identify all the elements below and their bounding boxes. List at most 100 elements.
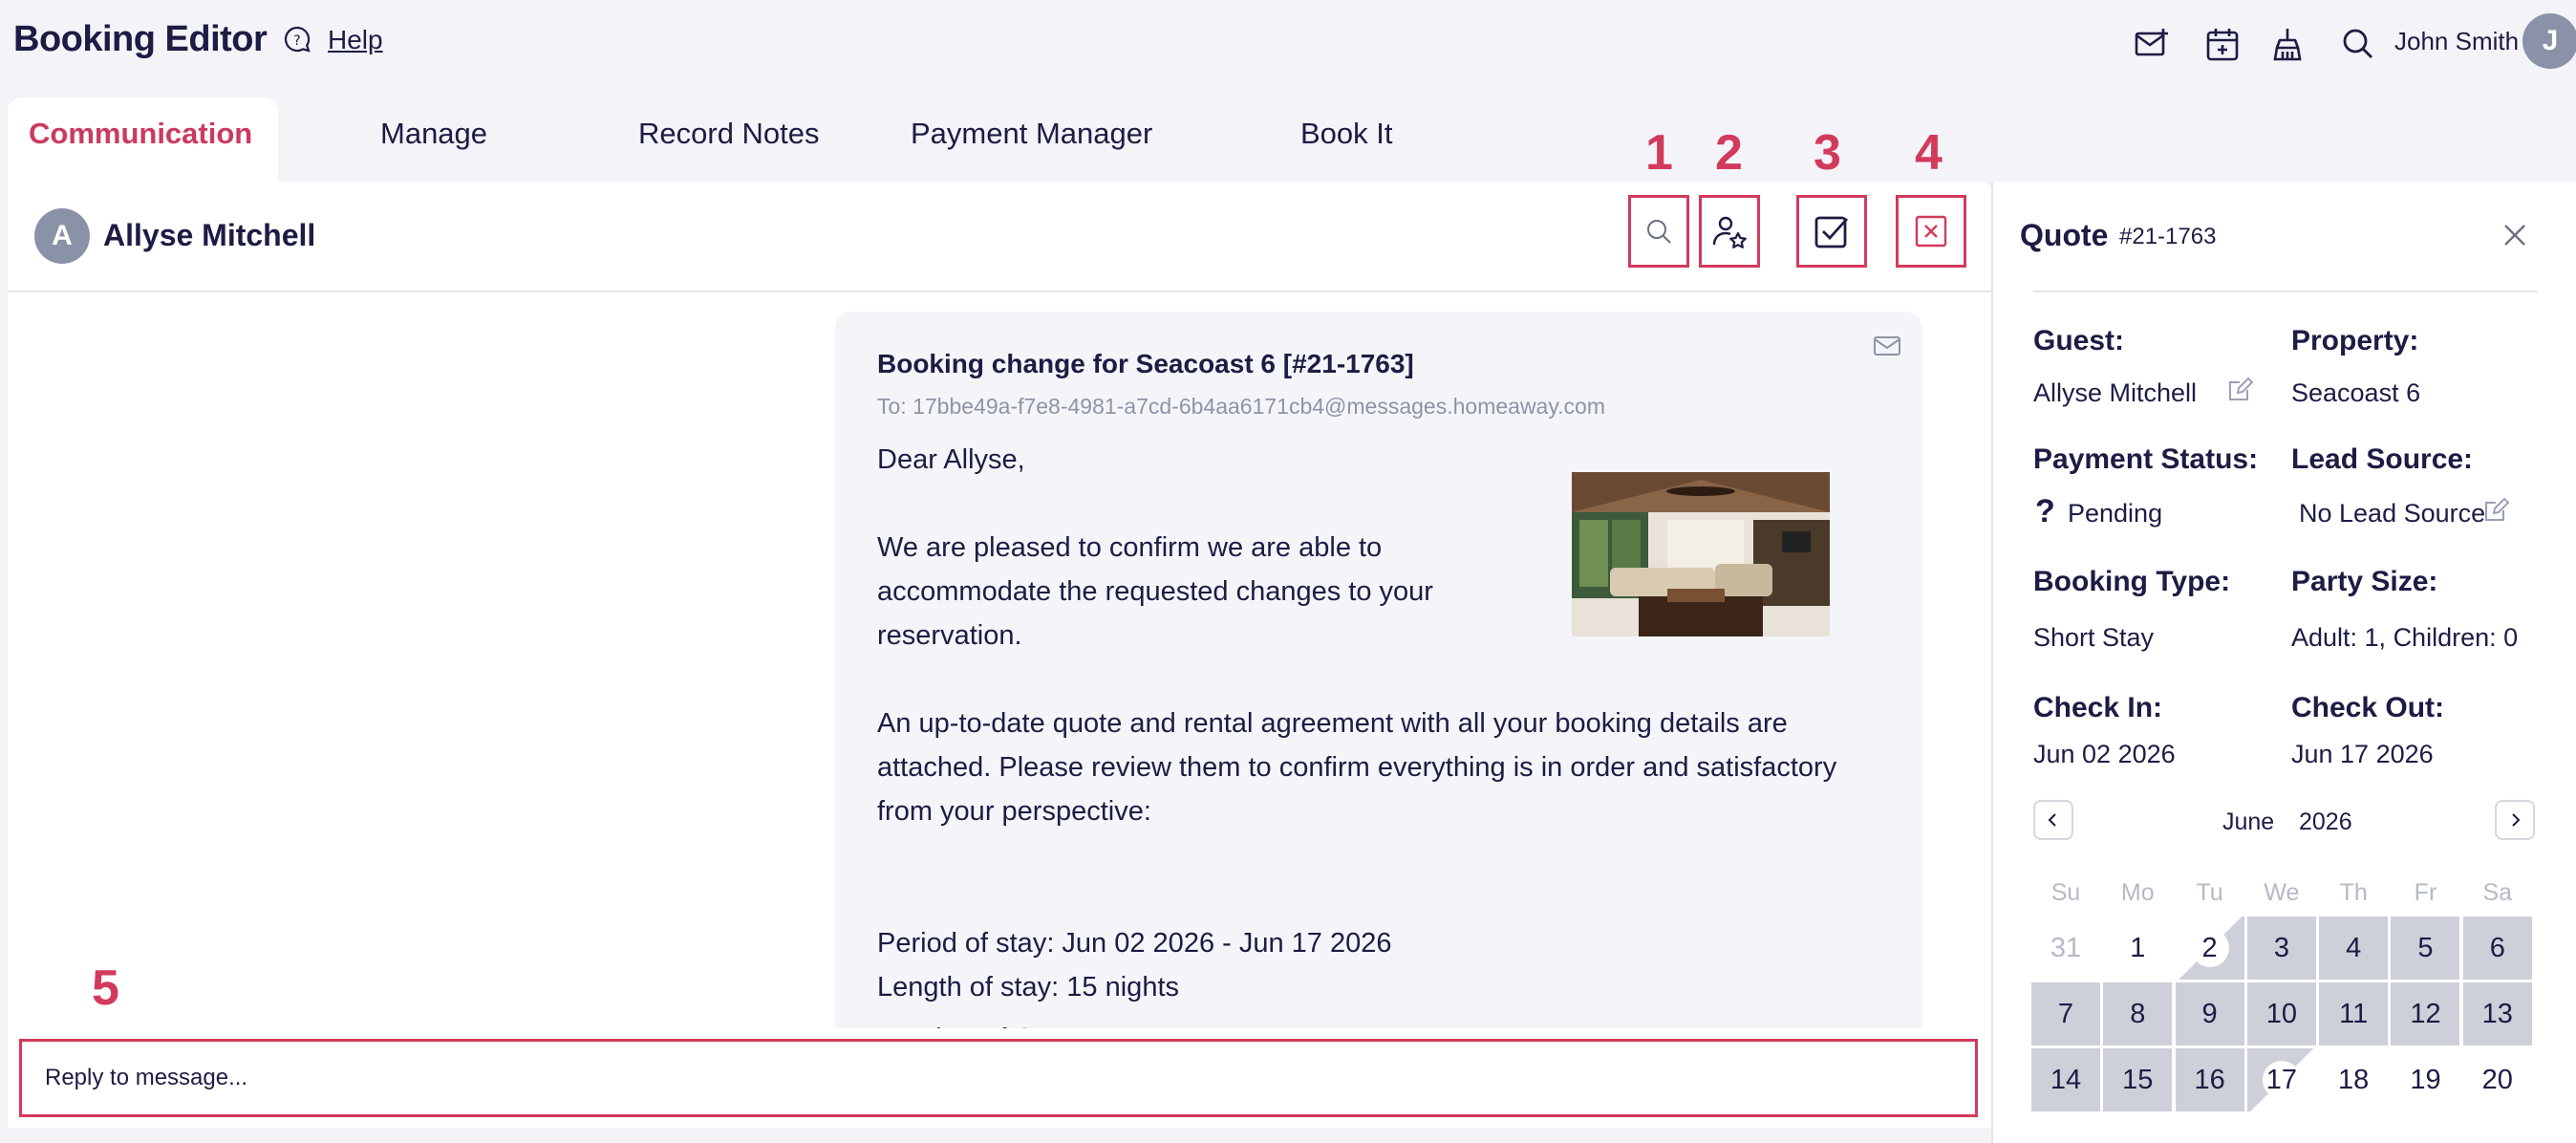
close-box-icon bbox=[1914, 214, 1948, 248]
calendar-weekday: Tu bbox=[2196, 878, 2223, 906]
payment-status-value: Pending bbox=[2068, 499, 2163, 528]
reply-box[interactable] bbox=[19, 1039, 1978, 1117]
calendar-day[interactable]: 19 bbox=[2391, 1048, 2459, 1111]
payment-status-label: Payment Status: bbox=[2033, 443, 2259, 475]
calendar-day[interactable]: 7 bbox=[2031, 982, 2100, 1046]
calendar-day[interactable]: 15 bbox=[2103, 1048, 2173, 1111]
calendar-day[interactable]: 8 bbox=[2103, 982, 2173, 1046]
add-calendar-icon[interactable] bbox=[2203, 25, 2243, 65]
question-icon: ? bbox=[2035, 493, 2055, 529]
annotation-number-5: 5 bbox=[92, 960, 119, 1016]
message-paragraph-1: We are pleased to confirm we are able to… bbox=[877, 532, 1433, 651]
calendar-day-label: 20 bbox=[2481, 1064, 2513, 1095]
close-conversation-button[interactable] bbox=[1896, 195, 1966, 268]
annotation-number-2: 2 bbox=[1715, 125, 1743, 181]
close-icon[interactable] bbox=[2501, 222, 2528, 248]
calendar-day[interactable]: 31 bbox=[2031, 917, 2100, 980]
lead-source-value: No Lead Source bbox=[2299, 499, 2486, 528]
calendar-day[interactable]: 6 bbox=[2462, 917, 2532, 980]
edit-icon[interactable] bbox=[2226, 377, 2253, 403]
tab-book-it[interactable]: Book It bbox=[1300, 117, 1393, 151]
chevron-right-icon bbox=[2507, 812, 2522, 828]
prev-month-button[interactable] bbox=[2033, 800, 2073, 840]
calendar-day-label: 1 bbox=[2130, 932, 2146, 963]
calendar-month[interactable]: June bbox=[2222, 809, 2274, 836]
calendar-year[interactable]: 2026 bbox=[2299, 809, 2352, 836]
reply-input[interactable] bbox=[43, 1064, 1975, 1092]
calendar-day-label: 19 bbox=[2410, 1064, 2441, 1095]
calendar-day[interactable]: 5 bbox=[2391, 917, 2460, 980]
quote-title: Quote bbox=[2020, 218, 2109, 252]
message-recipient: To: 17bbe49a-f7e8-4981-a7cd-6b4aa6171cb4… bbox=[877, 394, 1605, 419]
calendar-day-label: 4 bbox=[2346, 932, 2362, 963]
calendar-day[interactable]: 2 bbox=[2175, 917, 2244, 980]
calendar-weekday: Mo bbox=[2120, 878, 2155, 906]
divider bbox=[8, 291, 1991, 292]
compose-mail-icon[interactable] bbox=[2133, 25, 2173, 65]
calendar-day[interactable]: 20 bbox=[2463, 1048, 2532, 1111]
cleaning-icon[interactable] bbox=[2268, 25, 2308, 65]
calendar-day[interactable]: 18 bbox=[2319, 1048, 2388, 1111]
help-link[interactable]: Help bbox=[328, 25, 383, 55]
contact-avatar: A bbox=[34, 208, 90, 264]
calendar-day[interactable]: 1 bbox=[2103, 917, 2172, 980]
app-title: Booking Editor bbox=[13, 19, 268, 59]
calendar-day[interactable]: 9 bbox=[2175, 982, 2244, 1046]
tab-payment-manager[interactable]: Payment Manager bbox=[911, 117, 1152, 151]
search-messages-button[interactable] bbox=[1628, 195, 1689, 268]
quote-id: #21-1763 bbox=[2119, 224, 2217, 249]
calendar-day-label: 2 bbox=[2190, 929, 2229, 967]
tab-record-notes[interactable]: Record Notes bbox=[638, 117, 820, 151]
annotation-number-3: 3 bbox=[1814, 125, 1841, 181]
calendar-day[interactable]: 3 bbox=[2246, 917, 2316, 980]
calendar-day[interactable]: 10 bbox=[2246, 982, 2316, 1046]
guest-favorite-button[interactable] bbox=[1699, 195, 1760, 268]
user-name[interactable]: John Smith bbox=[2394, 27, 2519, 56]
user-avatar[interactable]: J bbox=[2522, 13, 2576, 69]
check-out-value: Jun 17 2026 bbox=[2291, 740, 2434, 768]
calendar-day-label: 14 bbox=[2050, 1064, 2082, 1095]
calendar-day[interactable]: 17 bbox=[2246, 1048, 2316, 1111]
search-icon bbox=[1643, 216, 1674, 247]
calendar-day-label: 16 bbox=[2194, 1064, 2225, 1095]
tab-communication[interactable]: Communication bbox=[29, 117, 252, 151]
message-subject: Booking change for Seacoast 6 [#21-1763] bbox=[877, 349, 1414, 378]
message-period: Period of stay: Jun 02 2026 - Jun 17 202… bbox=[877, 928, 1392, 959]
calendar-day-label: 13 bbox=[2481, 998, 2513, 1029]
calendar-day-label: 3 bbox=[2273, 932, 2289, 963]
calendar-day-label: 31 bbox=[2050, 932, 2082, 963]
check-out-label: Check Out: bbox=[2291, 692, 2445, 723]
calendar-day-label: 15 bbox=[2122, 1064, 2154, 1095]
message-paragraph-2: An up-to-date quote and rental agreement… bbox=[877, 708, 1837, 827]
svg-text:?: ? bbox=[293, 33, 300, 49]
message-length: Length of stay: 15 nights bbox=[877, 972, 1179, 1003]
calendar-day-label: 17 bbox=[2262, 1061, 2301, 1099]
calendar-day-label: 11 bbox=[2339, 998, 2369, 1029]
annotation-number-4: 4 bbox=[1915, 125, 1943, 181]
calendar-day[interactable]: 11 bbox=[2319, 982, 2389, 1046]
booking-type-label: Booking Type: bbox=[2033, 566, 2231, 597]
chevron-left-icon bbox=[2046, 812, 2061, 828]
calendar-day-label: 18 bbox=[2338, 1064, 2370, 1095]
mark-complete-button[interactable] bbox=[1796, 195, 1867, 268]
calendar-day[interactable]: 14 bbox=[2031, 1048, 2100, 1111]
checkbox-icon bbox=[1813, 212, 1851, 250]
property-label: Property: bbox=[2291, 325, 2419, 356]
calendar-day[interactable]: 13 bbox=[2462, 982, 2532, 1046]
search-icon[interactable] bbox=[2339, 25, 2379, 65]
help-chat-icon[interactable]: ? bbox=[282, 25, 312, 55]
message-clip: Number of Guests: 1 bbox=[835, 1011, 1922, 1028]
contact-name: Allyse Mitchell bbox=[103, 218, 316, 252]
divider bbox=[2033, 291, 2538, 292]
next-month-button[interactable] bbox=[2495, 800, 2535, 840]
calendar-day[interactable]: 4 bbox=[2319, 917, 2389, 980]
message-guests: Number of Guests: 1 bbox=[877, 1017, 1133, 1028]
mail-icon bbox=[1873, 334, 1901, 357]
calendar-day-label: 12 bbox=[2410, 998, 2441, 1029]
edit-icon[interactable] bbox=[2482, 497, 2509, 524]
party-size-value: Adult: 1, Children: 0 bbox=[2291, 623, 2519, 652]
calendar-day[interactable]: 12 bbox=[2391, 982, 2460, 1046]
tab-manage[interactable]: Manage bbox=[380, 117, 487, 151]
check-in-label: Check In: bbox=[2033, 692, 2163, 723]
calendar-day[interactable]: 16 bbox=[2175, 1048, 2244, 1111]
